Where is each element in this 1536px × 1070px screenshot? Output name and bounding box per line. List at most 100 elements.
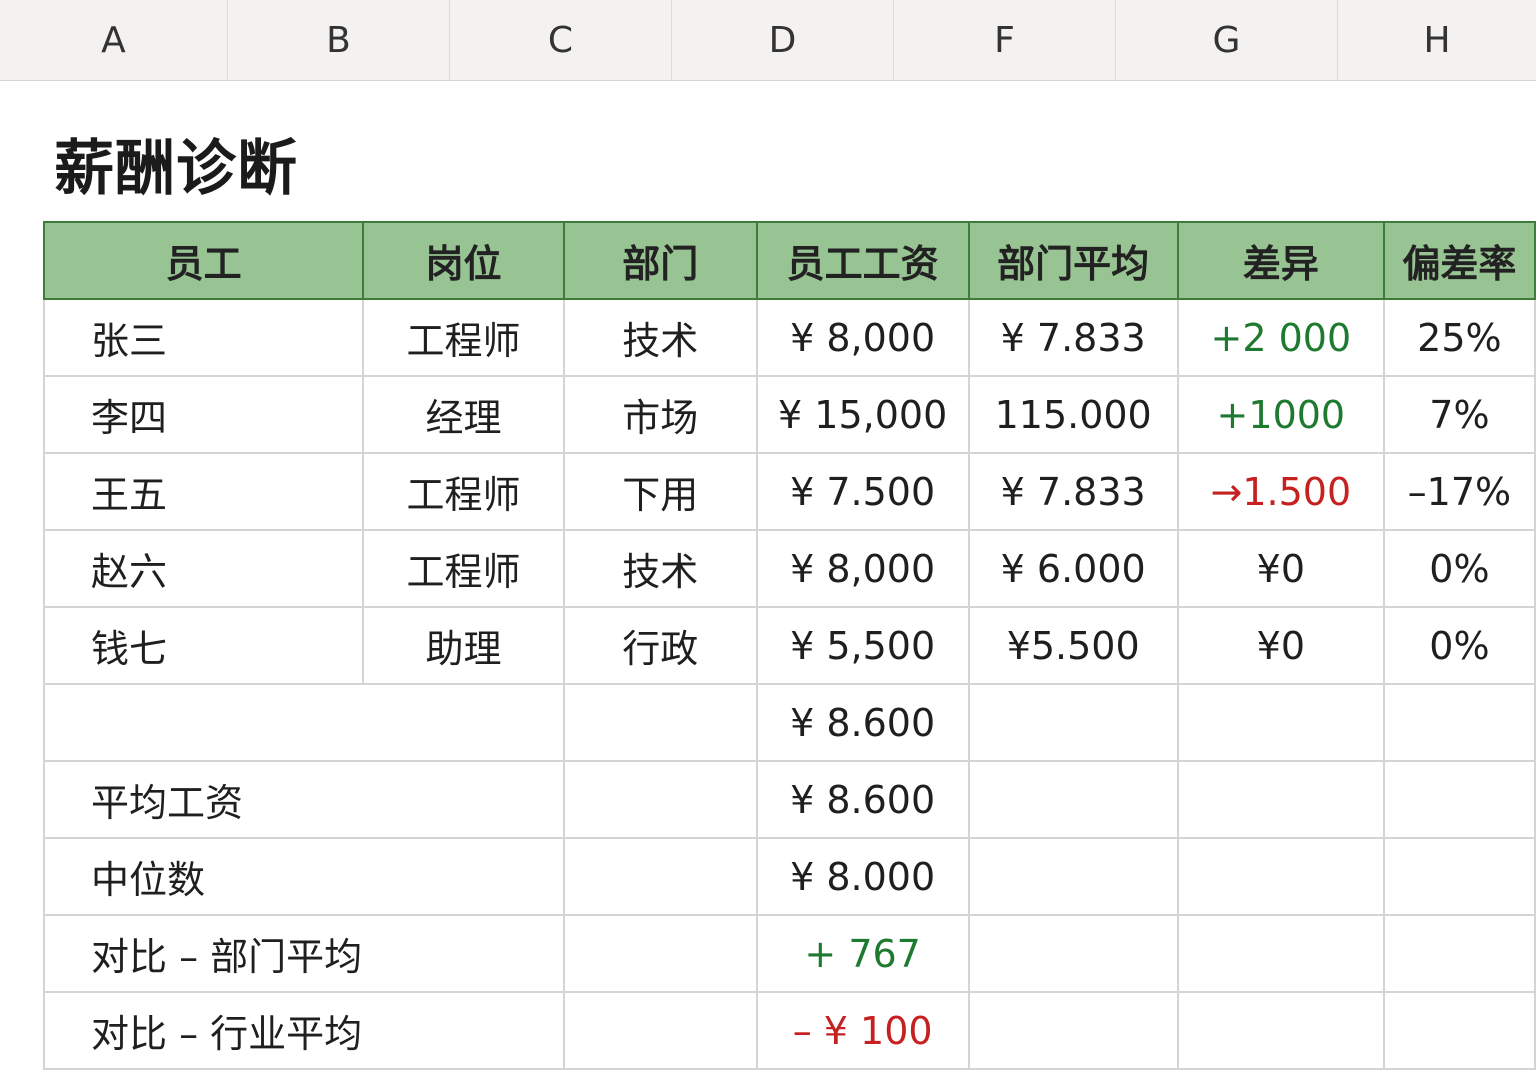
empty-cell[interactable] [967,683,1179,762]
header-department[interactable]: 部门 [562,221,758,300]
empty-cell[interactable] [562,991,758,1070]
department-cell[interactable]: 技术 [562,298,758,377]
summary-value-cell[interactable]: ¥ 8.000 [755,837,970,916]
column-header-g[interactable]: G [1116,0,1338,80]
summary-row: 对比 – 部门平均 + 767 [42,914,1536,993]
header-salary[interactable]: 员工工资 [755,221,970,300]
summary-value-cell[interactable]: ¥ 8.600 [755,760,970,839]
department-cell[interactable]: 下用 [562,452,758,531]
empty-cell[interactable] [1176,914,1385,993]
column-header-c[interactable]: C [450,0,672,80]
empty-cell[interactable] [1382,914,1536,993]
table-row: 张三 工程师 技术 ¥ 8,000 ¥ 7.833 +2 000 25% [42,298,1536,377]
position-cell[interactable]: 助理 [362,606,565,685]
difference-cell[interactable]: +2 000 [1176,298,1385,377]
empty-cell[interactable] [1382,991,1536,1070]
empty-cell[interactable] [562,683,758,762]
position-cell[interactable]: 工程师 [362,529,565,608]
department-cell[interactable]: 市场 [562,375,758,454]
position-cell[interactable]: 工程师 [362,298,565,377]
empty-cell[interactable] [1382,837,1536,916]
dept-average-cell[interactable]: 115.000 [967,375,1179,454]
position-cell[interactable]: 工程师 [362,452,565,531]
salary-cell[interactable]: ¥ 7.500 [755,452,970,531]
header-dept-average[interactable]: 部门平均 [967,221,1179,300]
empty-cell[interactable] [967,991,1179,1070]
column-header-d[interactable]: D [672,0,894,80]
empty-cell[interactable] [362,991,565,1070]
summary-row: 平均工资 ¥ 8.600 [42,760,1536,839]
deviation-rate-cell[interactable]: 7% [1382,375,1536,454]
empty-cell[interactable] [362,914,565,993]
empty-cell[interactable] [1382,683,1536,762]
employee-name-cell[interactable]: 张三 [42,298,365,377]
summary-label-cell[interactable]: 对比 – 部门平均 [42,914,364,993]
header-employee[interactable]: 员工 [42,221,365,300]
table-header-row: 员工 岗位 部门 员工工资 部门平均 差异 偏差率 [42,221,1536,300]
empty-cell[interactable] [1176,837,1385,916]
dept-average-cell[interactable]: ¥ 7.833 [967,298,1179,377]
table-row: 李四 经理 市场 ¥ 15,000 115.000 +1000 7% [42,375,1536,454]
empty-cell[interactable] [1176,760,1385,839]
column-header-b[interactable]: B [228,0,450,80]
summary-value-cell[interactable]: – ¥ 100 [755,991,970,1070]
salary-table: 员工 岗位 部门 员工工资 部门平均 差异 偏差率 张三 工程师 技术 ¥ 8,000… [42,221,1536,1070]
empty-cell[interactable] [967,760,1179,839]
header-deviation-rate[interactable]: 偏差率 [1382,221,1536,300]
summary-label-cell[interactable] [42,683,364,762]
employee-name-cell[interactable]: 赵六 [42,529,365,608]
salary-cell[interactable]: ¥ 15,000 [755,375,970,454]
dept-average-cell[interactable]: ¥ 7.833 [967,452,1179,531]
table-row: 钱七 助理 行政 ¥ 5,500 ¥5.500 ¥0 0% [42,606,1536,685]
column-header-f[interactable]: F [894,0,1116,80]
column-header-a[interactable]: A [0,0,228,80]
employee-rows: 张三 工程师 技术 ¥ 8,000 ¥ 7.833 +2 000 25% 李四 经理 市场 ¥ 15… [42,298,1536,685]
summary-value-cell[interactable]: + 767 [755,914,970,993]
employee-name-cell[interactable]: 王五 [42,452,365,531]
employee-name-cell[interactable]: 钱七 [42,606,365,685]
summary-label-cell[interactable]: 平均工资 [42,760,364,839]
sheet-title: 薪酬诊断 [54,134,298,204]
difference-cell[interactable]: ¥0 [1176,606,1385,685]
empty-cell[interactable] [362,760,565,839]
dept-average-cell[interactable]: ¥5.500 [967,606,1179,685]
salary-cell[interactable]: ¥ 8,000 [755,298,970,377]
empty-cell[interactable] [362,683,565,762]
empty-cell[interactable] [1176,683,1385,762]
header-difference[interactable]: 差异 [1176,221,1385,300]
department-cell[interactable]: 行政 [562,606,758,685]
position-cell[interactable]: 经理 [362,375,565,454]
column-header-h[interactable]: H [1338,0,1536,80]
table-row: 王五 工程师 下用 ¥ 7.500 ¥ 7.833 →1.500 –17% [42,452,1536,531]
empty-cell[interactable] [362,837,565,916]
deviation-rate-cell[interactable]: 0% [1382,529,1536,608]
header-position[interactable]: 岗位 [362,221,565,300]
employee-name-cell[interactable]: 李四 [42,375,365,454]
department-cell[interactable]: 技术 [562,529,758,608]
empty-cell[interactable] [562,760,758,839]
summary-row: 中位数 ¥ 8.000 [42,837,1536,916]
column-header-bar: A B C D F G H [0,0,1536,81]
empty-cell[interactable] [1382,760,1536,839]
table-row: 赵六 工程师 技术 ¥ 8,000 ¥ 6.000 ¥0 0% [42,529,1536,608]
summary-rows: ¥ 8.600 平均工资 ¥ 8.600 中位数 ¥ 8.000 对比 – 部门平均 + 7… [42,683,1536,1070]
summary-label-cell[interactable]: 对比 – 行业平均 [42,991,364,1070]
empty-cell[interactable] [967,837,1179,916]
empty-cell[interactable] [1176,991,1385,1070]
dept-average-cell[interactable]: ¥ 6.000 [967,529,1179,608]
summary-row: ¥ 8.600 [42,683,1536,762]
summary-value-cell[interactable]: ¥ 8.600 [755,683,970,762]
difference-cell[interactable]: +1000 [1176,375,1385,454]
deviation-rate-cell[interactable]: 25% [1382,298,1536,377]
salary-cell[interactable]: ¥ 8,000 [755,529,970,608]
empty-cell[interactable] [562,914,758,993]
summary-row: 对比 – 行业平均 – ¥ 100 [42,991,1536,1070]
empty-cell[interactable] [562,837,758,916]
salary-cell[interactable]: ¥ 5,500 [755,606,970,685]
difference-cell[interactable]: ¥0 [1176,529,1385,608]
difference-cell[interactable]: →1.500 [1176,452,1385,531]
empty-cell[interactable] [967,914,1179,993]
deviation-rate-cell[interactable]: –17% [1382,452,1536,531]
deviation-rate-cell[interactable]: 0% [1382,606,1536,685]
summary-label-cell[interactable]: 中位数 [42,837,364,916]
